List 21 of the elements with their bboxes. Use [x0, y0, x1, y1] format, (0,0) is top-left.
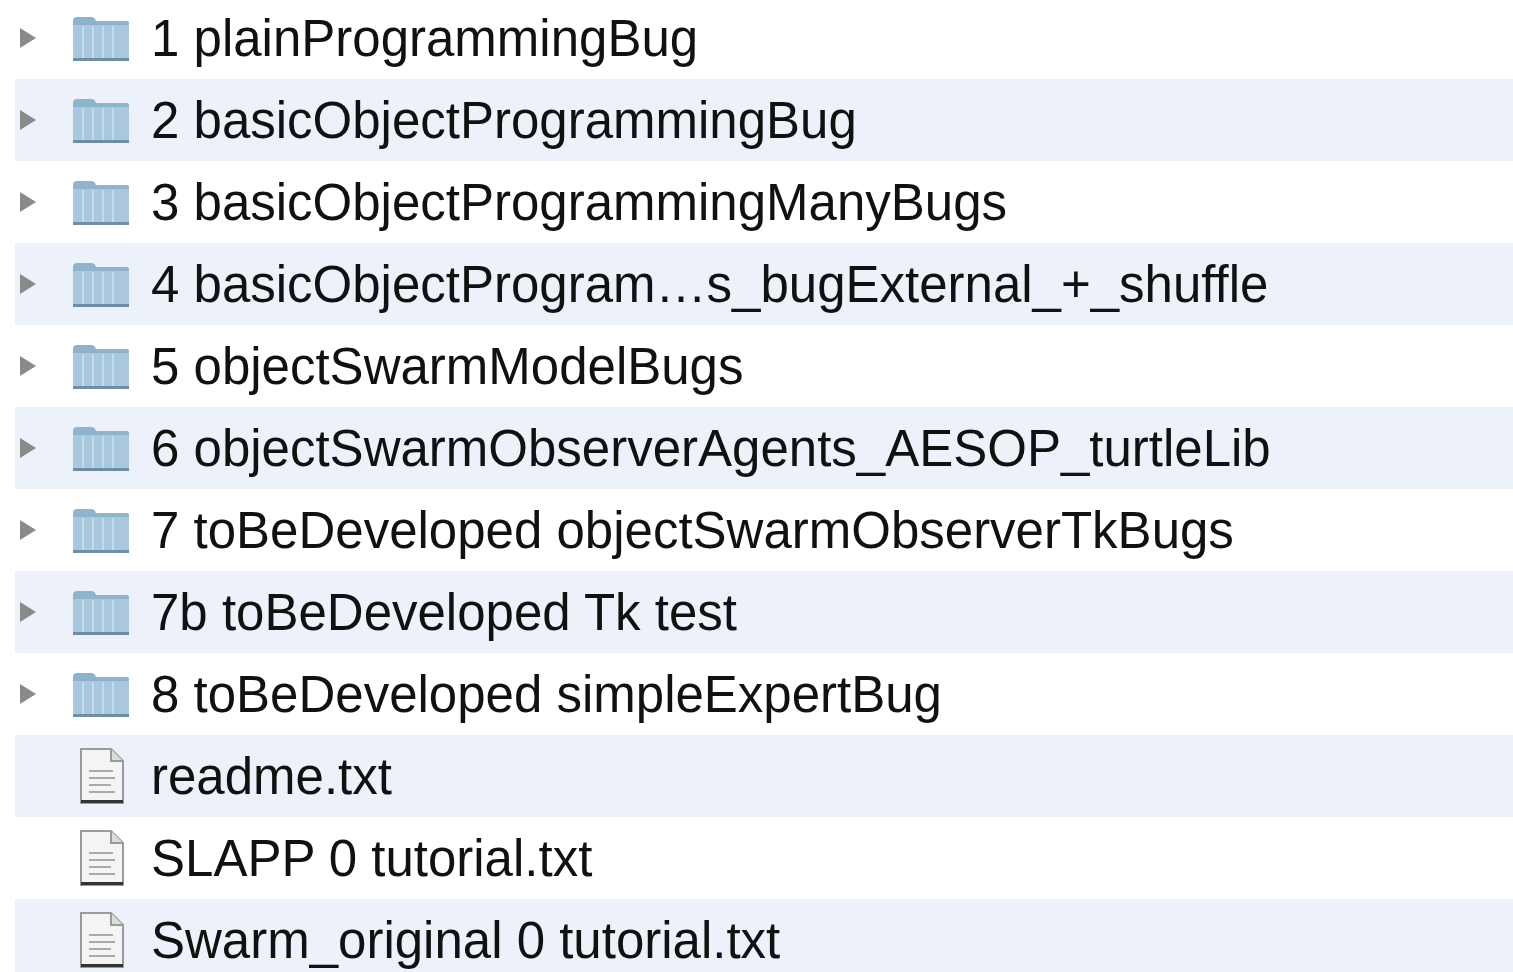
file-name: 7 toBeDeveloped objectSwarmObserverTkBugs [151, 500, 1234, 560]
file-name: 1 plainProgrammingBug [151, 8, 699, 68]
file-name: 4 basicObjectProgram…s_bugExternal_+_shuffle [151, 254, 1269, 314]
disclosure-triangle-icon[interactable] [20, 192, 36, 212]
file-name: 5 objectSwarmModelBugs [151, 336, 744, 396]
disclosure-triangle-icon[interactable] [20, 274, 36, 294]
disclosure-triangle-icon[interactable] [20, 356, 36, 376]
file-name: 7b toBeDeveloped Tk test [151, 582, 737, 642]
disclosure-triangle-icon[interactable] [20, 684, 36, 704]
file-name: 2 basicObjectProgrammingBug [151, 90, 857, 150]
disclosure-triangle-icon[interactable] [20, 110, 36, 130]
file-name: readme.txt [151, 746, 392, 806]
file-name: Swarm_original 0 tutorial.txt [151, 910, 781, 970]
file-name: SLAPP 0 tutorial.txt [151, 828, 593, 888]
disclosure-triangle-icon[interactable] [20, 602, 36, 622]
file-name: 3 basicObjectProgrammingManyBugs [151, 172, 1008, 232]
file-name: 6 objectSwarmObserverAgents_AESOP_turtleLib [151, 418, 1271, 478]
disclosure-triangle-icon[interactable] [20, 28, 36, 48]
disclosure-triangle-icon[interactable] [20, 520, 36, 540]
file-name: 8 toBeDeveloped simpleExpertBug [151, 664, 942, 724]
disclosure-triangle-icon[interactable] [20, 438, 36, 458]
